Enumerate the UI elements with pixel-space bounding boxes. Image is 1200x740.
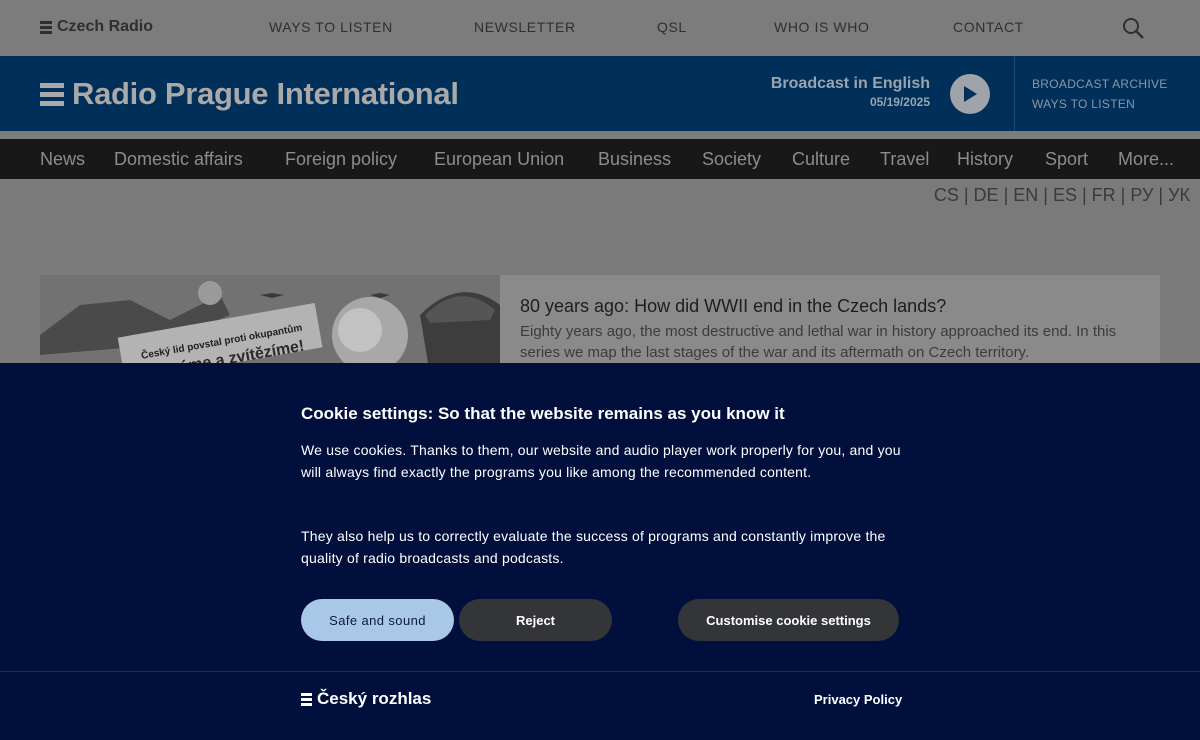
- cookie-divider: [0, 671, 1200, 672]
- article-title[interactable]: 80 years ago: How did WWII end in the Cz…: [520, 296, 946, 317]
- nav-newsletter[interactable]: NEWSLETTER: [474, 19, 576, 35]
- ways-to-listen-link[interactable]: WAYS TO LISTEN: [1032, 97, 1168, 111]
- rpi-logo-icon: [40, 82, 64, 106]
- reject-cookies-button[interactable]: Reject: [459, 599, 612, 641]
- lang-uk[interactable]: УК: [1168, 185, 1190, 205]
- section-news[interactable]: News: [40, 149, 85, 170]
- nav-who-is-who[interactable]: WHO IS WHO: [774, 19, 869, 35]
- section-nav: News Domestic affairs Foreign policy Eur…: [0, 139, 1200, 179]
- nav-qsl[interactable]: QSL: [657, 19, 687, 35]
- section-sport[interactable]: Sport: [1045, 149, 1088, 170]
- lang-cs[interactable]: CS: [934, 185, 959, 205]
- article-summary: Eighty years ago, the most destructive a…: [520, 323, 1117, 361]
- search-icon[interactable]: [1122, 17, 1144, 39]
- broadcast-title: Broadcast in English: [770, 75, 930, 92]
- featured-article[interactable]: Český lid povstal proti okupantům Vydrvá…: [40, 275, 1160, 375]
- header-side-links: BROADCAST ARCHIVE WAYS TO LISTEN: [1032, 77, 1168, 117]
- broadcast-archive-link[interactable]: BROADCAST ARCHIVE: [1032, 77, 1168, 91]
- section-culture[interactable]: Culture: [792, 149, 850, 170]
- lang-de[interactable]: DE: [974, 185, 999, 205]
- cookie-title: Cookie settings: So that the website rem…: [301, 404, 785, 423]
- nav-contact[interactable]: CONTACT: [953, 19, 1024, 35]
- broadcast-date: 05/19/2025: [869, 95, 930, 109]
- section-more[interactable]: More...: [1118, 149, 1174, 170]
- radio-prague-logo[interactable]: Radio Prague International: [40, 76, 459, 112]
- article-image[interactable]: Český lid povstal proti okupantům Vydrvá…: [40, 275, 500, 375]
- live-broadcast-info: Broadcast in English 05/19/2025: [771, 75, 930, 109]
- section-history[interactable]: History: [957, 149, 1013, 170]
- section-travel[interactable]: Travel: [880, 149, 929, 170]
- customise-cookies-button[interactable]: Customise cookie settings: [678, 599, 899, 641]
- privacy-policy-link[interactable]: Privacy Policy: [814, 692, 902, 707]
- cookie-paragraph-2: They also help us to correctly evaluate …: [301, 528, 886, 566]
- lang-ru[interactable]: РУ: [1130, 185, 1153, 205]
- cesky-rozhlas-logo: Český rozhlas: [301, 689, 431, 709]
- play-icon: [964, 86, 977, 102]
- section-domestic-affairs[interactable]: Domestic affairs: [114, 149, 243, 170]
- section-society[interactable]: Society: [702, 149, 761, 170]
- radio-prague-logo-text: Radio Prague International: [72, 76, 459, 111]
- wwii-collage-image: Český lid povstal proti okupantům Vydrvá…: [40, 275, 500, 375]
- header-divider: [1014, 56, 1015, 131]
- language-switcher: CS | DE | EN | ES | FR | РУ | УК: [933, 185, 1190, 205]
- cro-logo-icon: [301, 692, 312, 706]
- section-business[interactable]: Business: [598, 149, 671, 170]
- top-nav: WAYS TO LISTEN NEWSLETTER QSL WHO IS WHO…: [0, 19, 1200, 37]
- lang-es[interactable]: ES: [1053, 185, 1077, 205]
- accept-cookies-button[interactable]: Safe and sound: [301, 599, 454, 641]
- cookie-paragraph-1: We use cookies. Thanks to them, our webs…: [301, 442, 901, 480]
- lang-fr[interactable]: FR: [1092, 185, 1116, 205]
- nav-ways-to-listen[interactable]: WAYS TO LISTEN: [269, 19, 393, 35]
- header-strip: [0, 131, 1200, 139]
- cookie-banner: Cookie settings: So that the website rem…: [0, 363, 1200, 740]
- cesky-rozhlas-logo-text: Český rozhlas: [317, 689, 432, 708]
- lang-en[interactable]: EN: [1013, 185, 1038, 205]
- section-european-union[interactable]: European Union: [434, 149, 564, 170]
- section-foreign-policy[interactable]: Foreign policy: [285, 149, 397, 170]
- play-button[interactable]: [950, 74, 990, 114]
